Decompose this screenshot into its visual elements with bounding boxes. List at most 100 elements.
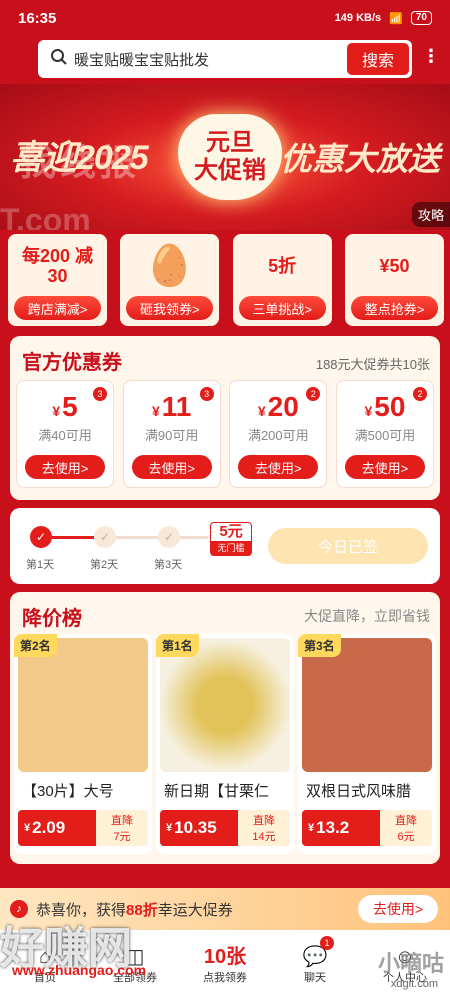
coupon-amount: ¥20 <box>257 391 299 422</box>
price-bar: ¥2.09 直降 7元 <box>18 810 148 846</box>
checkin-reward: 5元 无门槛 <box>210 522 252 556</box>
heart-line-2: 大促销 <box>194 157 266 184</box>
use-coupon-button[interactable]: 去使用> <box>131 455 212 479</box>
network-speed: 149 KB/s <box>334 12 382 24</box>
product-price: ¥13.2 <box>302 810 380 846</box>
progress-line <box>180 536 208 539</box>
search-input[interactable]: 暖宝贴暖宝宝贴批发 <box>74 49 347 70</box>
coupon-card[interactable]: 3 ¥5 满40可用 去使用> <box>16 380 114 488</box>
rank-badge: 第2名 <box>14 634 57 657</box>
watermark-bottom-right-url: xdgit.com <box>390 978 438 990</box>
coupon-amount: ¥50 <box>364 391 406 422</box>
tile-art: 每200 减30 <box>21 246 94 286</box>
reward-sub: 无门槛 <box>211 541 251 555</box>
tile-art: 5折 <box>268 256 297 276</box>
coupon-amount: ¥5 <box>52 391 78 422</box>
use-coupon-button[interactable]: 去使用> <box>238 455 319 479</box>
toast-use-button[interactable]: 去使用> <box>358 895 438 923</box>
product-title: 双根日式风味腊 <box>306 783 412 800</box>
price-bar: ¥10.35 直降 14元 <box>160 810 290 846</box>
product-card[interactable]: 第2名 【30片】大号 ¥2.09 直降 7元 <box>14 634 152 854</box>
tile-label[interactable]: 跨店满减> <box>14 296 101 320</box>
promo-banner[interactable]: 找线报 喜迎2025 元旦 大促销 优惠大放送 T.com 攻略 <box>0 84 450 230</box>
rank-badge: 第1名 <box>156 634 199 657</box>
coupon-count-badge: 3 <box>199 387 214 401</box>
use-coupon-button[interactable]: 去使用> <box>25 455 105 479</box>
search-bar[interactable]: 暖宝贴暖宝宝贴批发 搜索 <box>38 40 412 78</box>
day-label: 第2天 <box>90 559 119 571</box>
product-price: ¥10.35 <box>160 810 238 846</box>
coupon-condition: 满200可用 <box>247 428 309 443</box>
coupon-condition: 满90可用 <box>144 428 199 443</box>
product-image <box>18 638 148 772</box>
rank-badge: 第3名 <box>298 634 341 657</box>
chat-badge: 1 <box>320 936 334 950</box>
progress-line <box>52 536 94 539</box>
tab-chat[interactable]: 💬 1 聊天 <box>270 930 360 1000</box>
check-icon: ✓ <box>94 526 116 548</box>
search-icon <box>50 48 68 71</box>
coupon-count-badge: 2 <box>412 387 427 401</box>
price-drop-section: 降价榜 大促直降，立即省钱 第2名 【30片】大号 ¥2.09 直降 7元 第1名… <box>10 592 440 864</box>
tab-get-coupons[interactable]: 10张 点我领券 <box>180 930 270 1000</box>
tile-label[interactable]: 整点抢券> <box>350 296 438 320</box>
day-label: 第3天 <box>154 559 183 571</box>
activity-tiles: 每200 减30 跨店满减> 🥚 砸我领券> 5折 三单挑战> ¥50 整点抢券… <box>8 234 444 326</box>
price-bar: ¥13.2 直降 6元 <box>302 810 432 846</box>
coupon-condition: 满500可用 <box>354 428 416 443</box>
product-title: 新日期【甘栗仁 <box>164 783 270 800</box>
product-title: 【30片】大号 <box>22 783 114 800</box>
coupon-list: 3 ¥5 满40可用 去使用> 3 ¥11 满90可用 去使用> 2 ¥20 满… <box>16 380 434 488</box>
tile-art: ¥50 <box>379 256 410 276</box>
tile-label[interactable]: 砸我领券> <box>126 296 214 320</box>
watermark-bottom-right: 小嘀咕 <box>377 951 444 976</box>
checkin-panel: ✓ ✓ ✓ 第1天 第2天 第3天 5元 无门槛 今日已签 <box>10 508 440 584</box>
wifi-icon: 📶 <box>389 12 403 25</box>
coupon-count-badge: 2 <box>306 387 321 401</box>
coupon-count-icon: 10张 <box>203 946 247 968</box>
tile-label[interactable]: 三单挑战> <box>238 296 326 320</box>
product-card[interactable]: 第3名 双根日式风味腊 ¥13.2 直降 6元 <box>298 634 436 854</box>
price-drop: 直降 6元 <box>380 810 432 846</box>
product-image <box>160 638 290 772</box>
tile-egg[interactable]: 🥚 砸我领券> <box>120 234 220 326</box>
banner-left-text: 喜迎2025 <box>10 139 149 177</box>
status-icons: 149 KB/s 📶 70 <box>335 11 432 25</box>
check-icon: ✓ <box>30 526 52 548</box>
coupon-amount: ¥11 <box>151 391 192 422</box>
watermark-text-2: T.com <box>0 202 91 230</box>
price-drop: 直降 7元 <box>96 810 148 846</box>
tab-label: 点我领券 <box>203 972 247 984</box>
search-button[interactable]: 搜索 <box>347 43 409 75</box>
status-bar: 16:35 149 KB/s 📶 70 <box>0 0 450 36</box>
coupon-card[interactable]: 3 ¥11 满90可用 去使用> <box>122 380 221 488</box>
progress-line <box>116 536 158 539</box>
battery-icon: 70 <box>410 11 432 25</box>
banner-heart: 元旦 大促销 <box>178 114 282 200</box>
tile-three-orders[interactable]: 5折 三单挑战> <box>232 234 332 326</box>
tile-cross-store[interactable]: 每200 减30 跨店满减> <box>8 234 107 326</box>
tile-hourly[interactable]: ¥50 整点抢券> <box>344 234 444 326</box>
watermark-bottom-left-url: www.zhuangao.com <box>12 962 147 978</box>
use-coupon-button[interactable]: 去使用> <box>344 455 425 479</box>
section-title: 降价榜 <box>22 608 82 630</box>
guide-button[interactable]: 攻略 <box>411 202 450 227</box>
coupon-card[interactable]: 2 ¥50 满500可用 去使用> <box>335 380 434 488</box>
day-label: 第1天 <box>26 559 55 571</box>
section-subtitle: 188元大促券共10张 <box>315 357 430 372</box>
golden-egg-icon: 🥚 <box>144 244 195 288</box>
more-icon[interactable]: ⋮ <box>422 46 440 67</box>
coupon-card[interactable]: 2 ¥20 满200可用 去使用> <box>229 380 328 488</box>
product-card[interactable]: 第1名 新日期【甘栗仁 ¥10.35 直降 14元 <box>156 634 294 854</box>
price-drop: 直降 14元 <box>238 810 290 846</box>
banner-right-text: 优惠大放送 <box>279 141 440 177</box>
section-title: 官方优惠券 <box>22 352 122 374</box>
heart-line-1: 元旦 <box>206 129 254 156</box>
product-image <box>302 638 432 772</box>
signed-today-button[interactable]: 今日已签 <box>268 528 428 564</box>
status-time: 16:35 <box>18 9 57 27</box>
official-coupons-section: 官方优惠券 188元大促券共10张 3 ¥5 满40可用 去使用> 3 ¥11 … <box>10 336 440 500</box>
check-icon: ✓ <box>158 526 180 548</box>
coupon-condition: 满40可用 <box>38 428 92 443</box>
section-subtitle: 大促直降，立即省钱 <box>304 608 430 624</box>
